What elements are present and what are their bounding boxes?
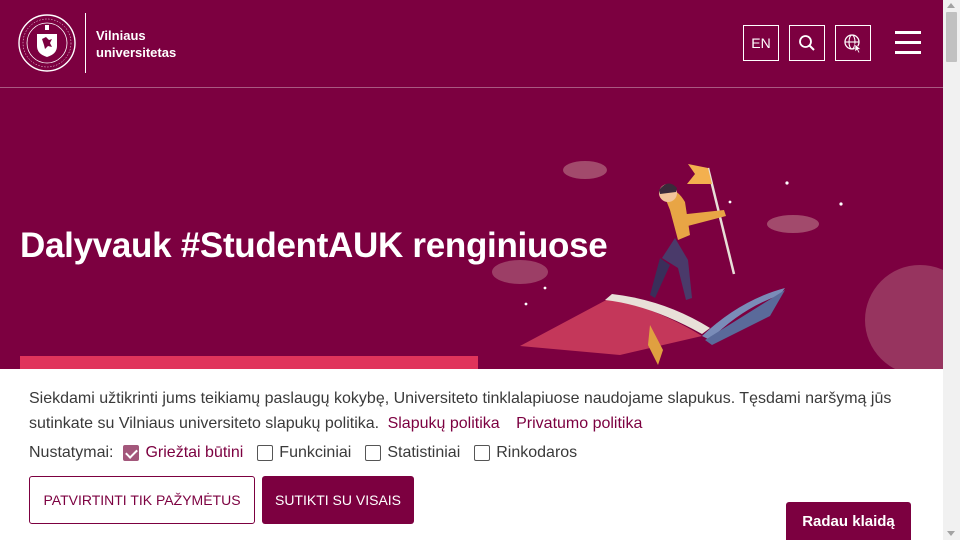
checkbox-label: Rinkodaros: [496, 444, 578, 461]
checkbox-unchecked-icon[interactable]: [365, 445, 382, 461]
checkbox-label: Statistiniai: [387, 444, 461, 461]
university-name-line1: Vilniaus: [96, 28, 146, 43]
hero-title: Dalyvauk #StudentAUK renginiuose: [20, 226, 608, 265]
site-header: Vilniaus universitetas EN: [0, 0, 943, 88]
scroll-down-arrow-icon[interactable]: [947, 531, 955, 536]
search-icon: [799, 35, 815, 51]
language-button[interactable]: EN: [743, 25, 779, 61]
university-seal-logo[interactable]: [18, 12, 76, 74]
cookie-settings-row: Nustatymai: Griežtai būtini Funkciniai S…: [29, 443, 591, 463]
settings-label: Nustatymai:: [29, 444, 114, 461]
cookie-policy-link[interactable]: Slapukų politika: [388, 415, 500, 432]
page-scrollbar[interactable]: [943, 0, 960, 540]
globe-cursor-icon: [844, 34, 862, 53]
checkbox-strictly-necessary[interactable]: Griežtai būtini: [123, 444, 243, 462]
checkbox-functional[interactable]: Funkciniai: [257, 444, 351, 462]
accept-all-button[interactable]: SUTIKTI SU VISAIS: [262, 476, 414, 524]
page: Vilniaus universitetas EN Dalyvauk #Stud…: [0, 0, 943, 540]
checkbox-unchecked-icon[interactable]: [474, 445, 491, 461]
university-name-line2: universitetas: [96, 45, 177, 60]
hamburger-menu-icon: [895, 31, 921, 34]
search-button[interactable]: [789, 25, 825, 61]
cookie-text-block: Siekdami užtikrinti jums teikiamų paslau…: [29, 386, 909, 436]
report-error-button[interactable]: Radau klaidą: [786, 502, 911, 540]
checkbox-statistical[interactable]: Statistiniai: [365, 444, 460, 462]
privacy-policy-link[interactable]: Privatumo politika: [516, 415, 642, 432]
logo-divider: [85, 13, 86, 73]
university-name[interactable]: Vilniaus universitetas: [96, 27, 176, 61]
checkbox-unchecked-icon[interactable]: [257, 445, 274, 461]
scrollbar-thumb[interactable]: [946, 12, 957, 62]
confirm-selected-button[interactable]: PATVIRTINTI TIK PAŽYMĖTUS: [29, 476, 255, 524]
scroll-up-arrow-icon[interactable]: [947, 3, 955, 8]
hamburger-menu-button[interactable]: [893, 31, 923, 55]
checkbox-checked-icon[interactable]: [123, 445, 140, 461]
checkbox-label: Funkciniai: [279, 444, 352, 461]
hero-cta-band[interactable]: [20, 356, 478, 370]
checkbox-marketing[interactable]: Rinkodaros: [474, 444, 577, 462]
checkbox-label: Griežtai būtini: [145, 444, 244, 461]
accessibility-button[interactable]: [835, 25, 871, 61]
